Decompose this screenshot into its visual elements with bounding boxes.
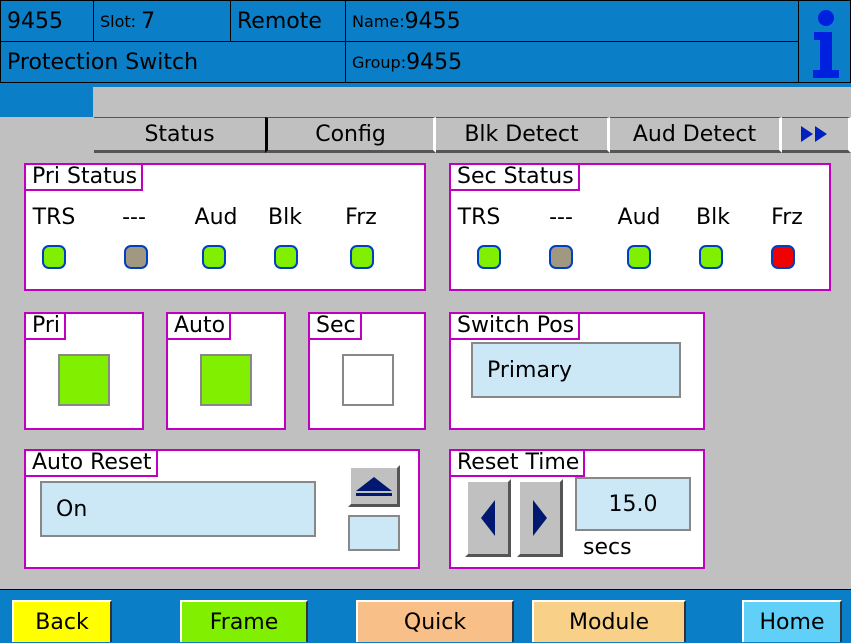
sec-blk-led	[699, 245, 723, 269]
tab-aud-detect-label: Aud Detect	[632, 121, 757, 147]
sec-dash-led	[549, 245, 573, 269]
group-cell: Group: 9455	[345, 41, 799, 83]
pri-status-panel: Pri Status TRS --- Aud Blk Frz	[24, 163, 426, 291]
auto-reset-secondary-box	[348, 515, 400, 551]
tab-config-label: Config	[315, 121, 386, 147]
group-label: Group:	[352, 52, 407, 72]
switch-pos-value: Primary	[471, 342, 681, 398]
module-button-label: Module	[569, 609, 649, 635]
sec-panel[interactable]: Sec	[308, 312, 426, 430]
pri-status-label-frz: Frz	[345, 205, 377, 230]
tab-bar-top	[0, 83, 851, 87]
info-icon-glyph	[812, 9, 839, 78]
name-cell: Name: 9455	[345, 0, 799, 42]
sec-status-panel: Sec Status TRS --- Aud Blk Frz	[449, 163, 831, 291]
sec-trs-led	[477, 245, 501, 269]
name-label: Name:	[352, 11, 405, 31]
switch-pos-title: Switch Pos	[451, 314, 581, 340]
tab-blk-detect-label: Blk Detect	[464, 121, 579, 147]
right-arrow-icon	[533, 500, 547, 536]
slot-value: 7	[141, 8, 156, 34]
pri-dash-led	[124, 245, 148, 269]
footer-bar: Back Frame Quick Module Home	[0, 589, 851, 643]
home-button[interactable]: Home	[742, 600, 842, 642]
sec-status-label-trs: TRS	[457, 205, 501, 230]
sec-status-title: Sec Status	[451, 165, 580, 191]
frame-button-label: Frame	[209, 609, 279, 635]
tab-status[interactable]: Status	[94, 117, 268, 153]
sec-indicator[interactable]	[342, 354, 394, 406]
pri-panel[interactable]: Pri	[24, 312, 144, 430]
pri-status-label-blk: Blk	[268, 205, 302, 230]
quick-button[interactable]: Quick	[356, 600, 514, 642]
tab-blk-detect[interactable]: Blk Detect	[436, 117, 610, 153]
info-icon[interactable]	[798, 0, 851, 83]
quick-button-label: Quick	[403, 609, 467, 635]
left-arrow-icon	[481, 500, 495, 536]
sec-status-label-blk: Blk	[696, 205, 730, 230]
auto-panel[interactable]: Auto	[166, 312, 286, 430]
sec-status-label-aud: Aud	[617, 205, 661, 230]
auto-title: Auto	[168, 314, 232, 340]
tab-bar-left	[0, 87, 93, 153]
group-value: 9455	[406, 49, 463, 75]
reset-time-unit: secs	[583, 535, 632, 560]
sec-frz-led	[771, 245, 795, 269]
device-id: 9455	[0, 0, 94, 42]
tab-config[interactable]: Config	[265, 117, 436, 153]
device-id-text: 9455	[7, 8, 63, 34]
auto-reset-value[interactable]: On	[40, 481, 316, 537]
pri-status-label-aud: Aud	[194, 205, 238, 230]
sec-title: Sec	[310, 314, 362, 340]
page-title: Protection Switch	[0, 41, 346, 83]
auto-reset-up-button[interactable]	[348, 465, 400, 507]
auto-reset-panel: Auto Reset On	[24, 449, 420, 569]
reset-time-increase-button[interactable]	[517, 479, 563, 557]
reset-time-title: Reset Time	[451, 451, 586, 477]
mode-cell: Remote	[230, 0, 346, 42]
switch-pos-panel: Switch Pos Primary	[449, 312, 705, 430]
tab-aud-detect[interactable]: Aud Detect	[610, 117, 782, 153]
up-arrow-icon	[356, 477, 392, 496]
pri-indicator[interactable]	[58, 354, 110, 406]
pri-title: Pri	[26, 314, 67, 340]
pri-frz-led	[350, 245, 374, 269]
sec-status-label-frz: Frz	[771, 205, 803, 230]
mode-text: Remote	[237, 8, 322, 34]
pri-trs-led	[42, 245, 66, 269]
slot-label: Slot:	[100, 11, 137, 31]
home-button-label: Home	[759, 609, 825, 635]
pri-blk-led	[274, 245, 298, 269]
pri-status-label-dash: ---	[122, 205, 146, 230]
pri-status-label-trs: TRS	[32, 205, 76, 230]
pri-aud-led	[202, 245, 226, 269]
pri-status-title: Pri Status	[26, 165, 144, 191]
page-title-text: Protection Switch	[7, 49, 199, 75]
tab-bar-left-fill	[0, 87, 93, 117]
auto-reset-title: Auto Reset	[26, 451, 158, 477]
slot-cell: Slot: 7	[93, 0, 231, 42]
back-button[interactable]: Back	[12, 600, 112, 642]
double-right-arrow-icon	[801, 126, 827, 142]
frame-button[interactable]: Frame	[180, 600, 308, 642]
reset-time-decrease-button[interactable]	[465, 479, 511, 557]
auto-indicator[interactable]	[200, 354, 252, 406]
sec-status-label-dash: ---	[549, 205, 573, 230]
name-value: 9455	[404, 8, 461, 34]
reset-time-panel: Reset Time 15.0 secs	[449, 449, 705, 569]
sec-aud-led	[627, 245, 651, 269]
back-button-label: Back	[35, 609, 89, 635]
module-button[interactable]: Module	[532, 600, 686, 642]
screen: 9455 Slot: 7 Remote Name: 9455 Protection…	[0, 0, 851, 643]
reset-time-value: 15.0	[575, 477, 691, 531]
tab-status-label: Status	[144, 121, 215, 147]
tab-more-button[interactable]	[782, 117, 851, 153]
